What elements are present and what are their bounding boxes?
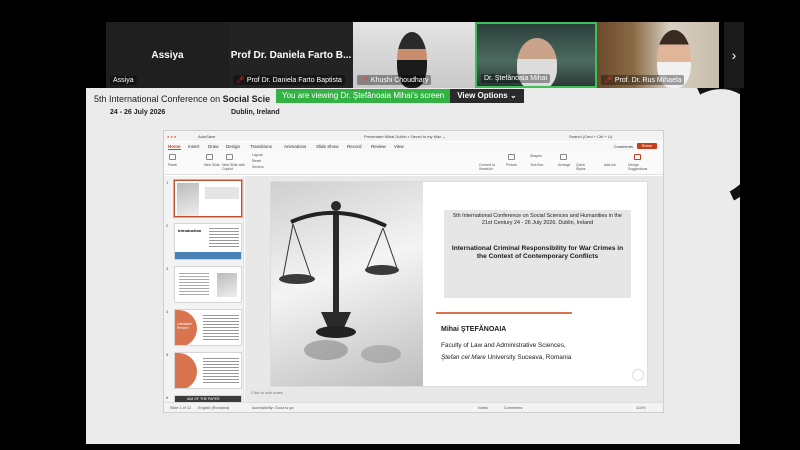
quick-styles-button[interactable]: Quick Styles (576, 163, 590, 171)
powerpoint-window: ● ● ● AutoSave Prezentare Mihai Dublin •… (163, 130, 664, 413)
design-suggestions-label: Design Suggestions (628, 163, 648, 171)
thumb-number: 2 (166, 223, 169, 228)
conference-info-box: 5th International Conference on Social S… (444, 210, 631, 298)
accessibility-status[interactable]: Accessibility: Good to go (252, 406, 294, 410)
view-options-button[interactable]: View Options ⌄ (450, 89, 524, 103)
file-title[interactable]: Prezentare Mihai Dublin • Saved to my Ma… (364, 134, 446, 139)
ppt-status-bar: Slide 1 of 12 English (Romania) Accessib… (164, 402, 663, 412)
section-button[interactable]: Section (252, 165, 264, 169)
new-slide-icon[interactable] (206, 154, 213, 160)
slide-title: International Criminal Responsibility fo… (451, 245, 624, 260)
copilot-icon[interactable] (633, 370, 643, 380)
shapes-button[interactable]: Shapes (530, 154, 542, 158)
new-slide-copilot-label: New Slide with Copilot (222, 163, 245, 171)
paste-label: Paste (168, 163, 177, 167)
picture-label: Picture (506, 163, 517, 167)
design-suggestions-icon[interactable] (634, 154, 641, 160)
participant-tile-stefanoaia-active[interactable]: Dr. Ştefănoaia Mihai (475, 22, 597, 88)
tab-review[interactable]: Review (371, 144, 386, 149)
conference-dates: 24 - 26 July 2026 (110, 109, 166, 116)
scales-of-justice-image (271, 182, 423, 386)
slide-university: Ştefan cel Mare University Suceava, Roma… (441, 354, 572, 361)
new-slide-label: New Slide (204, 163, 220, 167)
participant-name: Assiya (151, 50, 184, 61)
reset-button[interactable]: Reset (252, 159, 261, 163)
viewing-label: You are viewing Dr. Ştefănoaia Mihai's s… (276, 89, 451, 103)
participant-label: 🎤︎ Khushi Choudhary (357, 75, 432, 85)
language-label[interactable]: English (Romania) (198, 406, 229, 410)
arrange-icon[interactable] (560, 154, 567, 160)
comments-status-button[interactable]: Comments (504, 406, 522, 410)
tab-home[interactable]: Home (168, 144, 181, 150)
slide-canvas: 5th International Conference on Social S… (245, 176, 663, 404)
mic-muted-icon: 🎤︎ (360, 77, 369, 84)
mic-muted-icon: 🎤︎ (604, 77, 613, 84)
slide-count: Slide 1 of 12 (170, 406, 192, 410)
scales-icon (279, 201, 401, 363)
slide-thumbnail[interactable]: Introduction (174, 223, 242, 260)
autosave-toggle[interactable]: AutoSave (198, 134, 215, 139)
tab-animations[interactable]: Animations (284, 144, 306, 149)
participant-tile-daniela[interactable]: Prof Dr. Daniela Farto B... 🎤︎ Prof Dr. D… (229, 22, 353, 88)
participant-label: Assiya (110, 76, 137, 85)
thumb-number: 3 (166, 266, 169, 271)
arrange-label: Arrange (558, 163, 571, 167)
thumb-number: 6 (166, 395, 169, 400)
mic-muted-icon: 🎤︎ (236, 77, 245, 84)
ppt-menu-tabs: Home Insert Draw Design Transitions Anim… (164, 142, 663, 151)
thumb-number: 5 (166, 352, 169, 357)
ppt-title-bar: ● ● ● AutoSave Prezentare Mihai Dublin •… (164, 131, 663, 141)
slide-author: Mihai ŞTEFĂNOAIA (441, 326, 507, 333)
ppt-ribbon: Paste New Slide New Slide with Copilot L… (164, 151, 663, 175)
copilot-slide-icon[interactable] (226, 154, 233, 160)
tab-design[interactable]: Design (226, 144, 240, 149)
zoom-level[interactable]: 114% (636, 406, 645, 410)
comments-button[interactable]: Comments (614, 144, 633, 149)
thumb-number: 1 (166, 180, 169, 185)
notes-button[interactable]: Notes (478, 406, 488, 410)
current-slide[interactable]: 5th International Conference on Social S… (271, 182, 647, 386)
tab-record[interactable]: Record (347, 144, 362, 149)
share-button[interactable]: Share (637, 143, 657, 149)
slide-thumbnail[interactable]: Literature Review (174, 309, 242, 346)
tab-view[interactable]: View (394, 144, 404, 149)
participant-tile-rus[interactable]: 🎤︎ Prof. Dr. Rus Mihaela (597, 22, 719, 88)
thumb-number: 4 (166, 309, 169, 314)
participant-strip: Assiya Assiya Prof Dr. Daniela Farto B..… (106, 22, 744, 88)
participant-label: 🎤︎ Prof Dr. Daniela Farto Baptista (233, 75, 345, 85)
tab-insert[interactable]: Insert (188, 144, 199, 149)
slide-thumbnail[interactable] (174, 352, 242, 389)
tab-draw[interactable]: Draw (208, 144, 219, 149)
participant-tile-khushi[interactable]: 🎤︎ Khushi Choudhary (353, 22, 475, 88)
paste-icon[interactable] (169, 154, 176, 160)
layout-button[interactable]: Layout (252, 153, 263, 157)
slide-thumbnail[interactable] (174, 266, 242, 303)
participant-name: Prof Dr. Daniela Farto B... (230, 50, 352, 61)
convert-smartart-button[interactable]: Convert to SmartArt (479, 163, 499, 171)
notes-placeholder[interactable]: Click to add notes (251, 390, 283, 395)
search-box[interactable]: Search (Cmd + Ctrl + U) (569, 134, 612, 139)
text-box-button[interactable]: Text Box (530, 163, 543, 167)
slide-conference-text: 5th International Conference on Social S… (453, 213, 622, 226)
conference-place: Dublin, Ireland (231, 109, 280, 116)
screen-share-banner: You are viewing Dr. Ştefănoaia Mihai's s… (276, 89, 524, 103)
participant-label: Dr. Ştefănoaia Mihai (481, 74, 551, 83)
participant-label: 🎤︎ Prof. Dr. Rus Mihaela (601, 75, 685, 85)
add-ins-button[interactable]: Add-ins (604, 163, 616, 167)
slide-thumbnail[interactable] (173, 179, 243, 218)
slide-divider (436, 312, 572, 314)
conference-header: 5th International Conference on Social S… (94, 94, 271, 104)
video-call-window: Assiya Assiya Prof Dr. Daniela Farto B..… (0, 0, 800, 450)
tab-transitions[interactable]: Transitions (250, 144, 272, 149)
slide-thumbnails-pane: 1 2 Introduction 3 4 Literature Review 5… (164, 176, 244, 404)
picture-icon[interactable] (508, 154, 515, 160)
window-controls-icon[interactable]: ● ● ● (167, 134, 176, 139)
tab-slide-show[interactable]: Slide Show (316, 144, 339, 149)
participant-tile-assiya[interactable]: Assiya Assiya (106, 22, 229, 88)
slide-affiliation: Faculty of Law and Administrative Scienc… (441, 342, 566, 349)
next-participants-arrow-icon[interactable]: › (724, 22, 744, 88)
